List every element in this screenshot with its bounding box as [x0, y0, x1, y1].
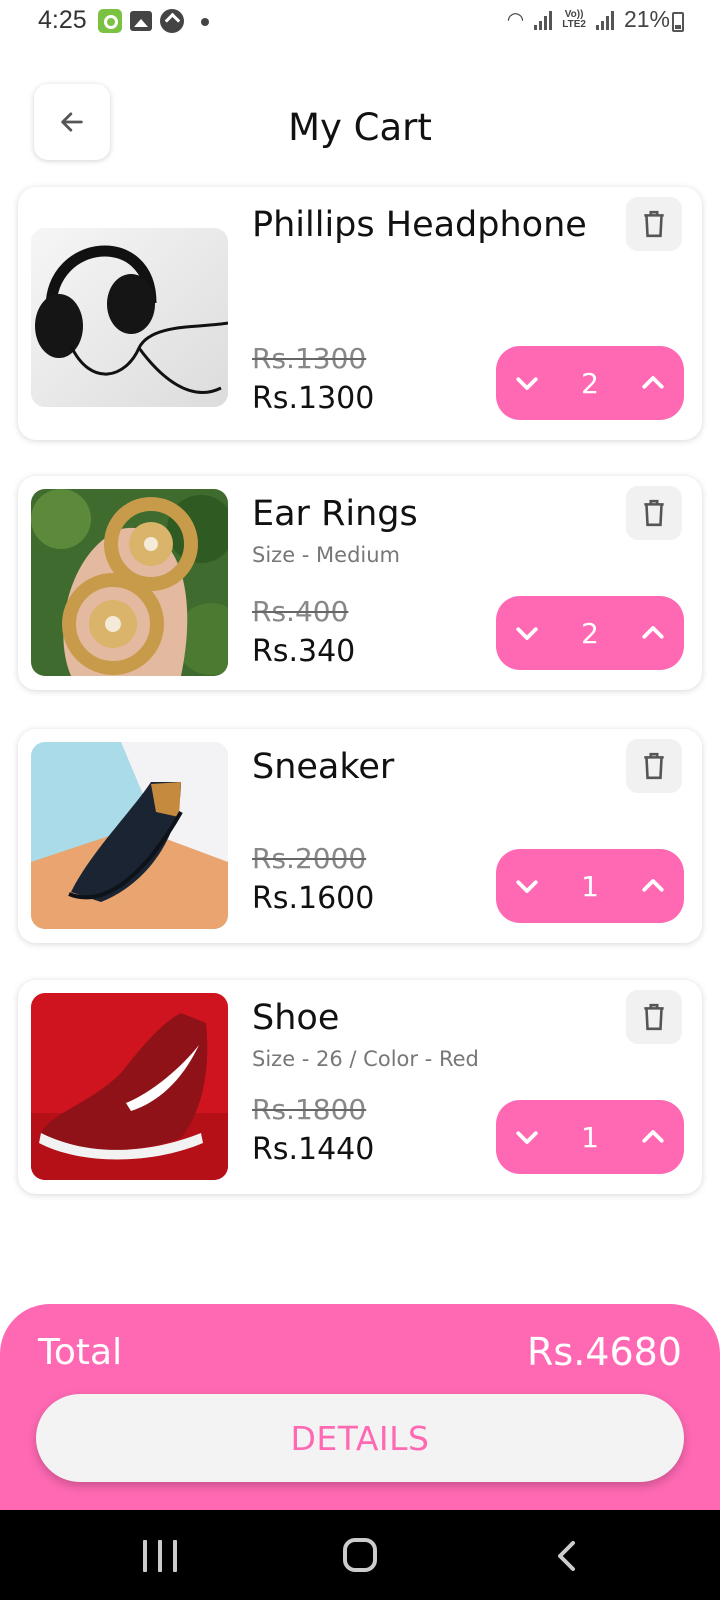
original-price: Rs.2000: [252, 842, 367, 875]
navigation-notification-icon: [160, 9, 184, 33]
chevron-up-icon[interactable]: [638, 618, 668, 648]
current-price: Rs.1300: [252, 381, 375, 416]
status-indicators: ◠ Vo)) LTE2 21%: [507, 6, 670, 33]
cart-item: Shoe Size - 26 / Color - Red Rs.1800 Rs.…: [18, 980, 702, 1194]
quantity-value: 1: [581, 1120, 599, 1154]
signal-icon-2: [595, 10, 614, 30]
signal-icon: [534, 10, 553, 30]
gallery-notification-icon: [130, 11, 152, 31]
page-title: My Cart: [288, 106, 432, 149]
wifi-icon: ◠: [506, 9, 525, 31]
product-variant: Size - 26 / Color - Red: [252, 1047, 479, 1071]
chevron-up-icon[interactable]: [638, 871, 668, 901]
product-name: Sneaker: [252, 747, 395, 787]
product-image-shoe: [31, 993, 228, 1180]
home-icon[interactable]: [343, 1538, 377, 1572]
details-button[interactable]: DETAILS: [36, 1394, 684, 1482]
product-image-sneaker: [31, 742, 228, 929]
total-value: Rs.4680: [527, 1330, 682, 1374]
recents-icon[interactable]: [143, 1540, 177, 1572]
trash-icon: [644, 210, 664, 238]
battery-icon: [672, 12, 684, 32]
trash-icon: [644, 499, 664, 527]
quantity-value: 2: [581, 366, 599, 400]
trash-icon: [644, 1003, 664, 1031]
lte-indicator: Vo)) LTE2: [562, 8, 586, 30]
current-price: Rs.340: [252, 634, 356, 669]
delete-button[interactable]: [626, 486, 682, 540]
original-price: Rs.1800: [252, 1093, 367, 1126]
original-price: Rs.1300: [252, 342, 367, 375]
chevron-down-icon[interactable]: [512, 618, 542, 648]
chevron-down-icon[interactable]: [512, 871, 542, 901]
delete-button[interactable]: [626, 990, 682, 1044]
delete-button[interactable]: [626, 739, 682, 793]
status-time: 4:25: [38, 6, 87, 34]
chevron-down-icon[interactable]: [512, 368, 542, 398]
original-price: Rs.400: [252, 595, 349, 628]
chevron-down-icon[interactable]: [512, 1122, 542, 1152]
total-label: Total: [38, 1332, 123, 1373]
chevron-up-icon[interactable]: [638, 368, 668, 398]
quantity-stepper: 1: [496, 1100, 684, 1174]
cart-item: Ear Rings Size - Medium Rs.400 Rs.340 2: [18, 476, 702, 690]
chevron-up-icon[interactable]: [638, 1122, 668, 1152]
current-price: Rs.1440: [252, 1132, 375, 1167]
product-variant: Size - Medium: [252, 543, 401, 567]
app-notification-icon: [98, 9, 122, 33]
product-image-earrings: [31, 489, 228, 676]
cart-item: Phillips Headphone Rs.1300 Rs.1300 2: [18, 187, 702, 440]
quantity-stepper: 1: [496, 849, 684, 923]
system-nav-bar: [0, 1510, 720, 1600]
cart-item: Sneaker Rs.2000 Rs.1600 1: [18, 729, 702, 943]
product-name: Ear Rings: [252, 494, 418, 534]
quantity-value: 2: [581, 616, 599, 650]
current-price: Rs.1600: [252, 881, 375, 916]
trash-icon: [644, 752, 664, 780]
battery-percent: 21%: [623, 6, 670, 32]
delete-button[interactable]: [626, 197, 682, 251]
status-bar: 4:25 ◠ Vo)) LTE2 21%: [0, 0, 720, 46]
product-name: Shoe: [252, 998, 340, 1038]
product-image-headphone: [31, 228, 228, 407]
quantity-stepper: 2: [496, 346, 684, 420]
more-notifications-dot: [201, 18, 209, 26]
back-icon[interactable]: [553, 1540, 581, 1572]
quantity-stepper: 2: [496, 596, 684, 670]
checkout-footer: Total Rs.4680 DETAILS: [0, 1304, 720, 1510]
quantity-value: 1: [581, 869, 599, 903]
product-name: Phillips Headphone: [252, 205, 587, 245]
